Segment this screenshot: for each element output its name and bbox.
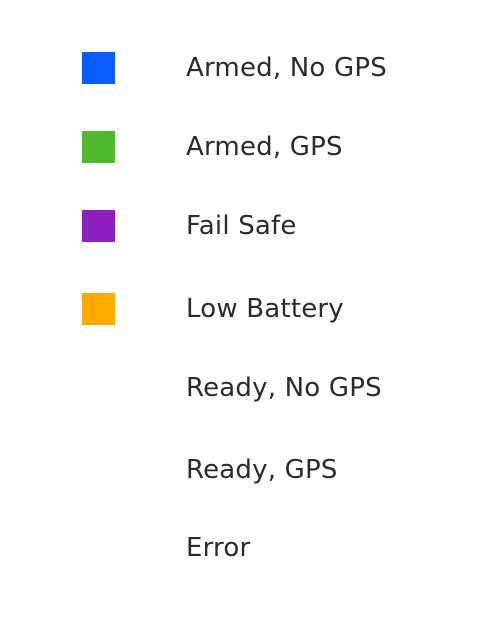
legend-label: Armed, GPS [186, 132, 343, 162]
status-legend: Armed, No GPS Armed, GPS Fail Safe Low B… [0, 0, 500, 620]
legend-item-armed-no-gps: Armed, No GPS [0, 48, 500, 88]
legend-item-error: Error [0, 528, 500, 568]
orange-square-icon [82, 293, 115, 325]
legend-label: Error [186, 533, 251, 563]
purple-square-icon [82, 210, 115, 242]
green-square-icon [82, 131, 115, 163]
blue-square-icon [82, 52, 115, 84]
legend-label: Fail Safe [186, 211, 297, 241]
legend-item-fail-safe: Fail Safe [0, 206, 500, 246]
legend-item-ready-gps: Ready, GPS [0, 450, 500, 490]
legend-label: Low Battery [186, 294, 344, 324]
legend-label: Ready, GPS [186, 455, 338, 485]
legend-item-ready-no-gps: Ready, No GPS [0, 368, 500, 408]
legend-label: Armed, No GPS [186, 53, 387, 83]
legend-item-low-battery: Low Battery [0, 289, 500, 329]
legend-label: Ready, No GPS [186, 373, 382, 403]
legend-item-armed-gps: Armed, GPS [0, 127, 500, 167]
